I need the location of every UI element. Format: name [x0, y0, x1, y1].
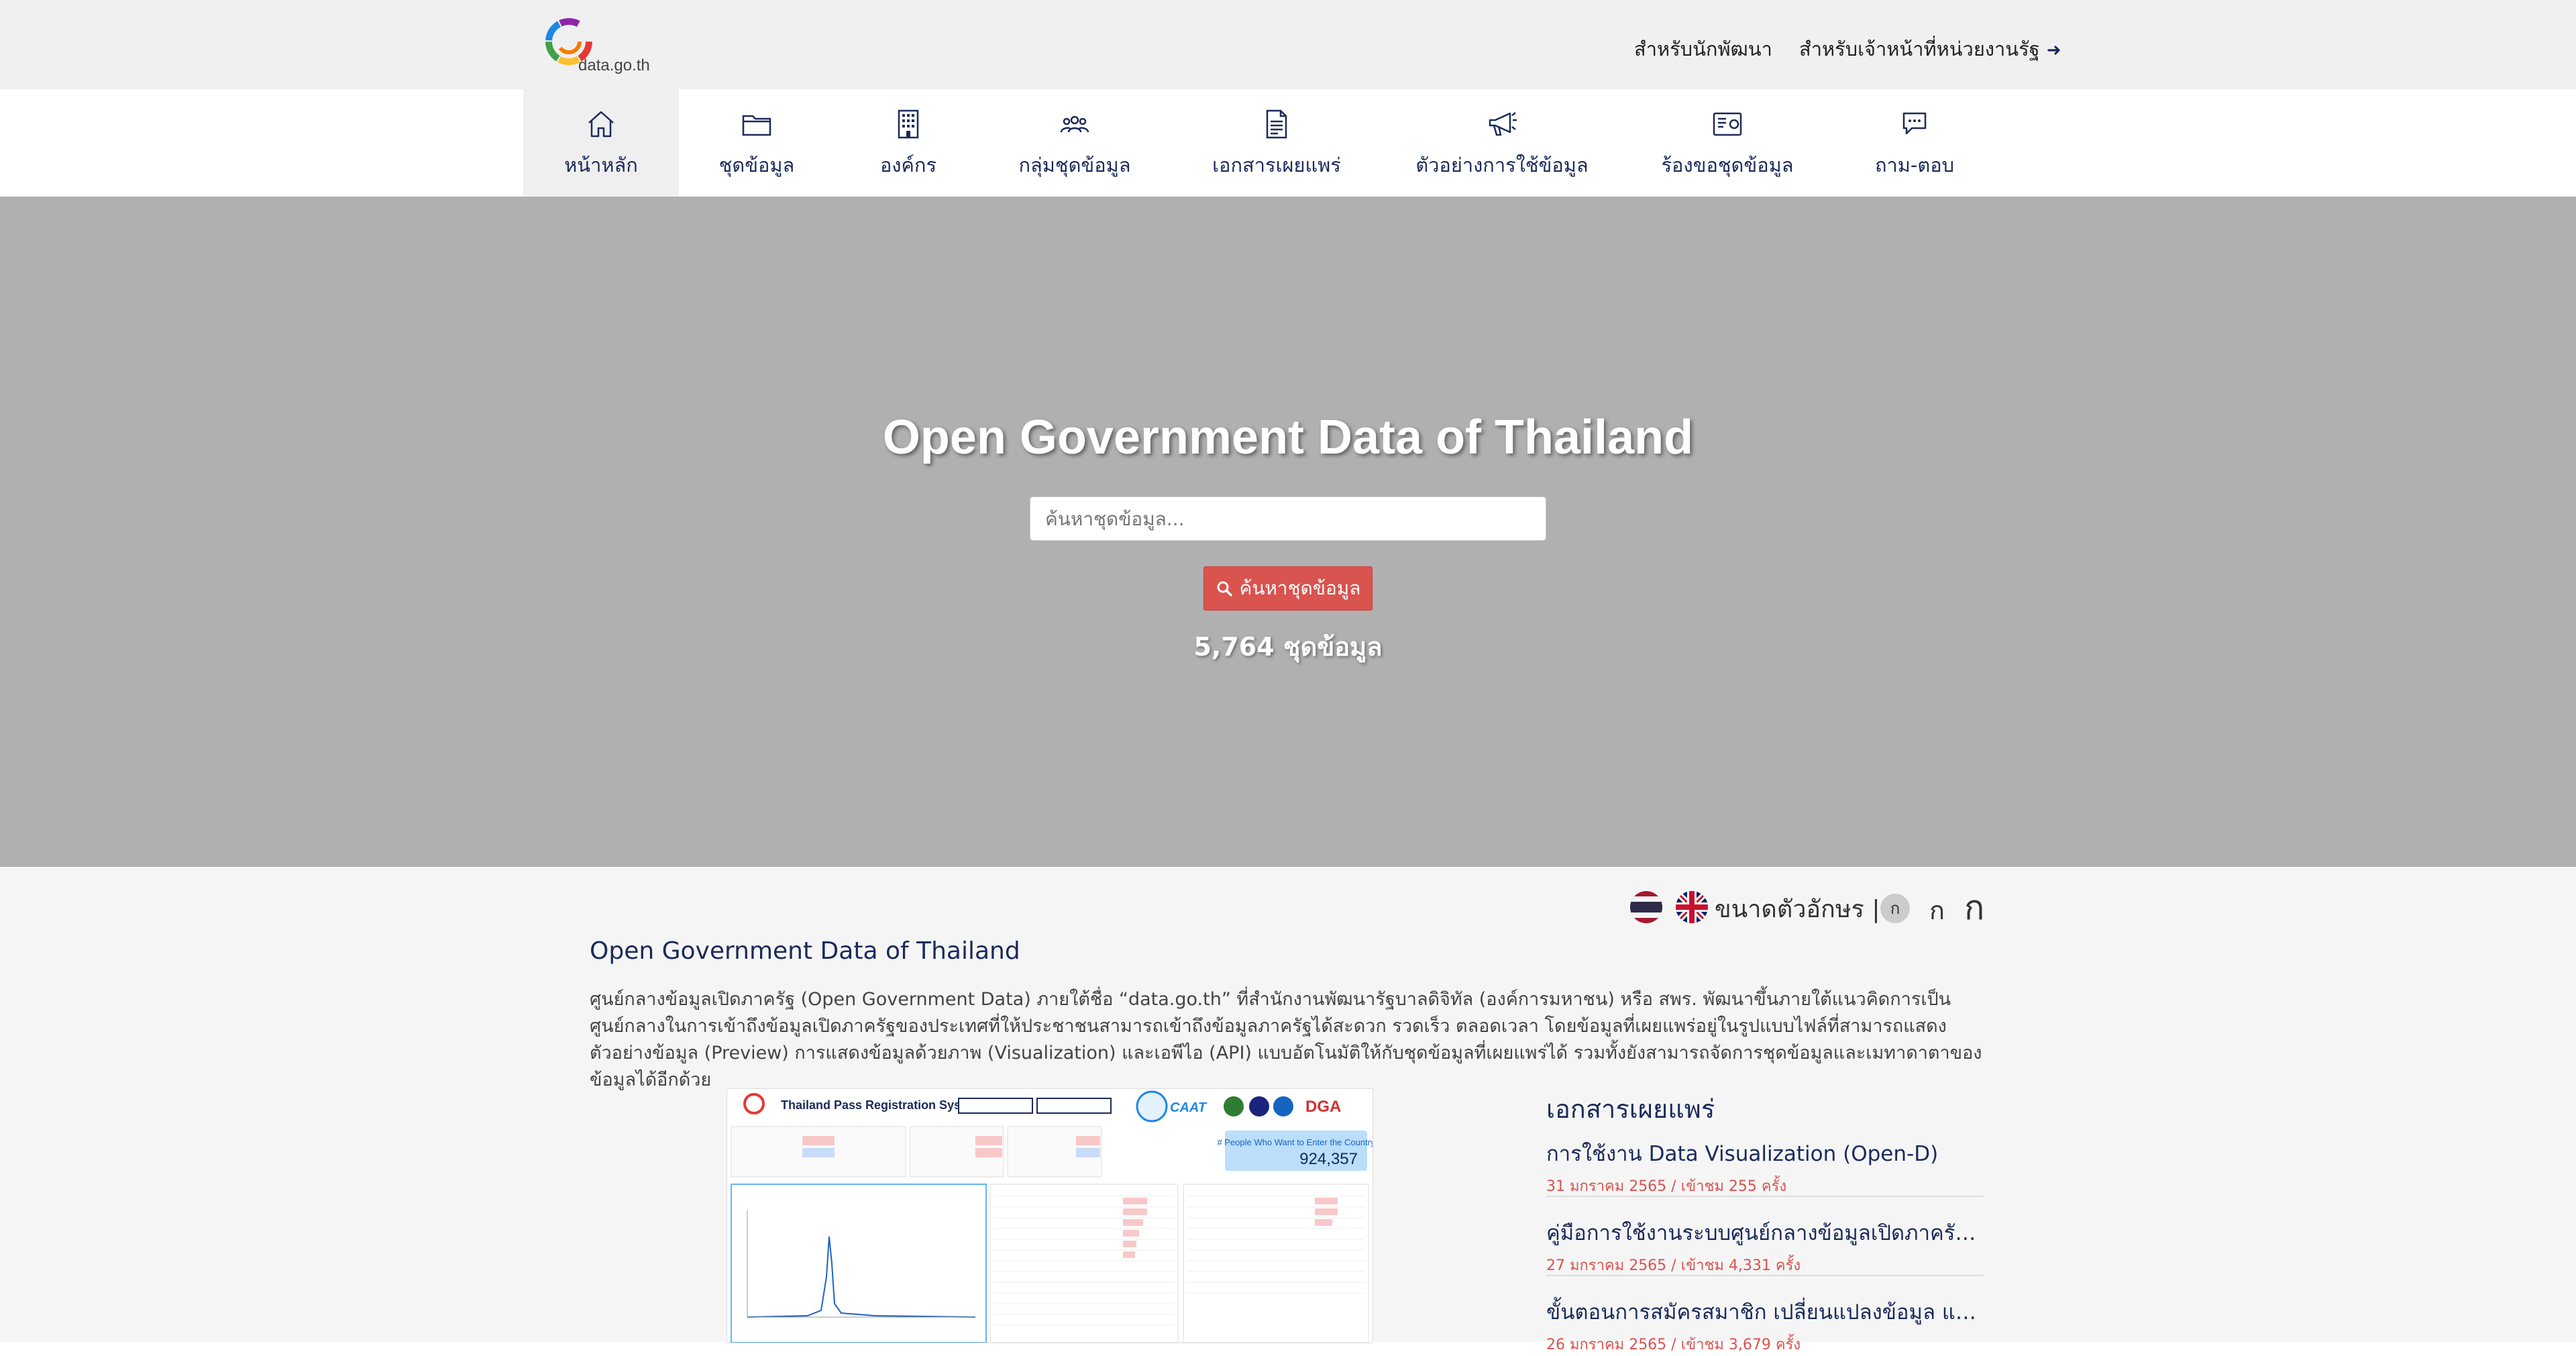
- preview-caat-logo: CAAT: [1170, 1100, 1208, 1115]
- building-icon: [898, 109, 919, 139]
- sign-in-icon: ➜: [2046, 40, 2061, 60]
- document-icon: [1266, 109, 1287, 139]
- dataset-search-input[interactable]: [1030, 497, 1546, 541]
- thai-flag-icon[interactable]: [1630, 891, 1662, 923]
- publication-item[interactable]: คู่มือการใช้งานระบบศูนย์กลางข้อมูลเปิดภา…: [1546, 1216, 1984, 1276]
- users-icon: [1060, 115, 1089, 133]
- chat-icon: [1902, 112, 1927, 135]
- publication-item[interactable]: การใช้งาน Data Visualization (Open-D) 31…: [1546, 1137, 1984, 1197]
- nav-item-publications[interactable]: เอกสารเผยแพร่: [1167, 89, 1386, 197]
- developer-link[interactable]: สำหรับนักพัฒนา: [1634, 34, 1772, 64]
- nav-label-datasets: ชุดข้อมูล: [718, 154, 795, 176]
- search-icon: [1217, 581, 1232, 596]
- nav-label-faq: ถาม-ตอบ: [1874, 154, 1955, 176]
- uk-flag-icon[interactable]: [1676, 891, 1708, 923]
- font-size-small-button[interactable]: ก: [1880, 894, 1910, 923]
- publication-title[interactable]: การใช้งาน Data Visualization (Open-D): [1546, 1137, 1984, 1170]
- preview-kpi-value: 924,357: [1299, 1150, 1358, 1168]
- nav-item-datasets[interactable]: ชุดข้อมูล: [679, 89, 835, 197]
- publication-item[interactable]: ขั้นตอนการสมัครสมาชิก เปลี่ยนแปลงข้อมูล …: [1546, 1295, 1984, 1354]
- nav-item-faq[interactable]: ถาม-ตอบ: [1837, 89, 1992, 197]
- logo-text: data.go.th: [578, 56, 650, 74]
- publication-title[interactable]: ขั้นตอนการสมัครสมาชิก เปลี่ยนแปลงข้อมูล …: [1546, 1295, 1984, 1328]
- nav-item-groups[interactable]: กลุ่มชุดข้อมูล: [982, 89, 1167, 197]
- nav-label-home: หน้าหลัก: [564, 154, 638, 176]
- top-bar: data.go.th สำหรับนักพัฒนา สำหรับเจ้าหน้า…: [0, 0, 2576, 89]
- nav-item-organizations[interactable]: องค์กร: [835, 89, 982, 197]
- dataset-search-button[interactable]: ค้นหาชุดข้อมูล: [1203, 566, 1373, 611]
- preview-dga-logo: DGA: [1305, 1098, 1341, 1116]
- folder-icon: [742, 115, 771, 136]
- nav-label-publications: เอกสารเผยแพร่: [1212, 154, 1341, 176]
- publication-meta: 31 มกราคม 2565 / เข้าชม 255 ครั้ง: [1546, 1178, 1787, 1195]
- hero-banner: Open Government Data of Thailand ค้นหาชุ…: [0, 197, 2576, 867]
- gov-officer-link-label: สำหรับเจ้าหน้าที่หน่วยงานรัฐ: [1799, 38, 2040, 60]
- preview-title: Thailand Pass Registration System: [781, 1098, 982, 1112]
- nav-item-home[interactable]: หน้าหลัก: [523, 89, 679, 197]
- font-size-large-button[interactable]: ก: [1964, 882, 1984, 935]
- home-icon: [588, 111, 614, 138]
- nav-item-showcases[interactable]: ตัวอย่างการใช้ข้อมูล: [1386, 89, 1618, 197]
- content-area: ขนาดตัวอักษร | ก ก ก Open Government Dat…: [0, 867, 2576, 1353]
- dashboard-preview-image[interactable]: Thailand Pass Registration System CAAT D…: [727, 1088, 1373, 1343]
- publication-meta: 27 มกราคม 2565 / เข้าชม 4,331 ครั้ง: [1546, 1257, 1801, 1274]
- megaphone-icon: [1489, 112, 1517, 136]
- publication-title[interactable]: คู่มือการใช้งานระบบศูนย์กลางข้อมูลเปิดภา…: [1546, 1216, 1984, 1249]
- nav-label-showcases: ตัวอย่างการใช้ข้อมูล: [1415, 154, 1589, 176]
- dataset-count: 5,764 ชุดข้อมูล: [1193, 632, 1383, 662]
- hero-title: Open Government Data of Thailand: [882, 411, 1694, 464]
- gov-officer-link[interactable]: สำหรับเจ้าหน้าที่หน่วยงานรัฐ ➜: [1799, 34, 2061, 64]
- about-title: Open Government Data of Thailand: [590, 937, 1020, 965]
- nav-label-data-request: ร้องขอชุดข้อมูล: [1661, 154, 1794, 176]
- about-text: ศูนย์กลางข้อมูลเปิดภาครัฐ (Open Governme…: [590, 989, 1982, 1090]
- search-button-label: ค้นหาชุดข้อมูล: [1239, 577, 1361, 599]
- request-icon: [1713, 112, 1742, 136]
- font-size-medium-button[interactable]: ก: [1929, 890, 1945, 931]
- main-nav: หน้าหลัก ชุดข้อมูล องค์กร กลุ่มชุดข้อมูล…: [0, 89, 2576, 197]
- nav-label-organizations: องค์กร: [879, 154, 937, 176]
- preview-kpi-label: # People Who Want to Enter the Country: [1217, 1137, 1373, 1147]
- publications-title: เอกสารเผยแพร่: [1546, 1094, 1715, 1124]
- publication-meta: 26 มกราคม 2565 / เข้าชม 3,679 ครั้ง: [1546, 1337, 1801, 1353]
- font-size-label: ขนาดตัวอักษร |: [1715, 896, 1880, 923]
- nav-label-groups: กลุ่มชุดข้อมูล: [1018, 154, 1131, 176]
- nav-item-data-request[interactable]: ร้องขอชุดข้อมูล: [1618, 89, 1837, 197]
